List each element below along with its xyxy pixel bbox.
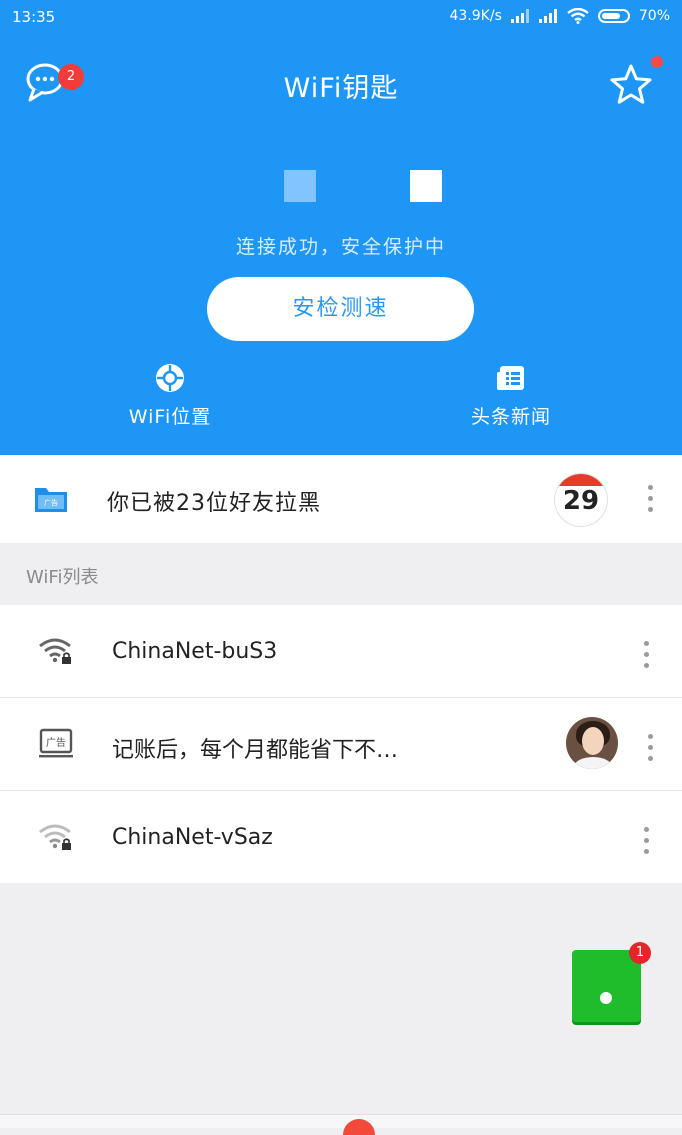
notification-dot	[651, 56, 663, 68]
more-options-icon[interactable]	[646, 485, 654, 515]
page-title: WiFi钥匙	[283, 73, 399, 104]
ad-folder-icon: 广告	[35, 488, 67, 512]
network-speed: 43.9K/s	[449, 8, 502, 24]
wifi-location-button[interactable]: WiFi位置	[70, 362, 270, 429]
status-icons: 43.9K/s 70%	[449, 8, 670, 24]
star-icon[interactable]	[608, 62, 654, 108]
ad-icon: 广告	[39, 728, 73, 758]
bottom-nav-bar	[0, 1114, 682, 1128]
locate-icon	[156, 364, 184, 392]
floating-game-button[interactable]	[572, 950, 641, 1022]
wifi-list: ChinaNet-buS3 广告 记账后，每个月都能省下不… ChinaNet-…	[0, 605, 682, 883]
wifi-location-label: WiFi位置	[128, 406, 212, 428]
wifi-name: ChinaNet-buS3	[112, 639, 278, 664]
avatar	[566, 717, 618, 769]
dice-dot-icon	[600, 992, 612, 1004]
status-graphic-right	[410, 170, 442, 202]
ad-banner[interactable]: 广告 你已被23位好友拉黑 29	[0, 455, 682, 543]
wifi-locked-icon	[39, 638, 71, 664]
calendar-day: 29	[562, 486, 600, 516]
security-check-button[interactable]: 安检测速	[207, 277, 474, 341]
status-bar: 13:35 43.9K/s 70%	[0, 0, 682, 36]
floating-badge: 1	[629, 942, 651, 964]
battery-icon	[597, 9, 630, 23]
wifi-name: ChinaNet-vSaz	[112, 825, 273, 850]
wifi-status-icon	[567, 8, 589, 24]
signal-icon	[538, 9, 557, 23]
wifi-list-item[interactable]: ChinaNet-vSaz	[0, 791, 682, 883]
headline-news-label: 头条新闻	[470, 406, 551, 428]
ad-list-text: 记账后，每个月都能省下不…	[112, 738, 399, 763]
ad-list-item[interactable]: 广告 记账后，每个月都能省下不…	[0, 698, 682, 791]
connection-status: 连接成功，安全保护中	[235, 236, 446, 258]
more-options-icon[interactable]	[646, 734, 654, 764]
wifi-list-item[interactable]: ChinaNet-buS3	[0, 605, 682, 698]
news-icon	[497, 366, 524, 390]
status-time: 13:35	[12, 8, 56, 26]
more-options-icon[interactable]	[642, 827, 650, 857]
calendar-icon: 29	[555, 474, 607, 526]
header: 13:35 43.9K/s 70% 2 WiFi钥匙 连接成功，安全保护中 安检…	[0, 0, 682, 455]
svg-text:广告: 广告	[44, 498, 58, 507]
more-options-icon[interactable]	[642, 641, 650, 671]
calendar-header	[555, 474, 607, 486]
headline-news-button[interactable]: 头条新闻	[411, 362, 611, 429]
battery-percent: 70%	[638, 8, 670, 24]
ad-banner-text: 你已被23位好友拉黑	[107, 491, 321, 516]
status-graphic-left	[284, 170, 316, 202]
signal-icon	[510, 9, 529, 23]
svg-text:广告: 广告	[46, 736, 66, 749]
wifi-list-title: WiFi列表	[26, 567, 99, 588]
wifi-locked-icon	[39, 824, 71, 850]
